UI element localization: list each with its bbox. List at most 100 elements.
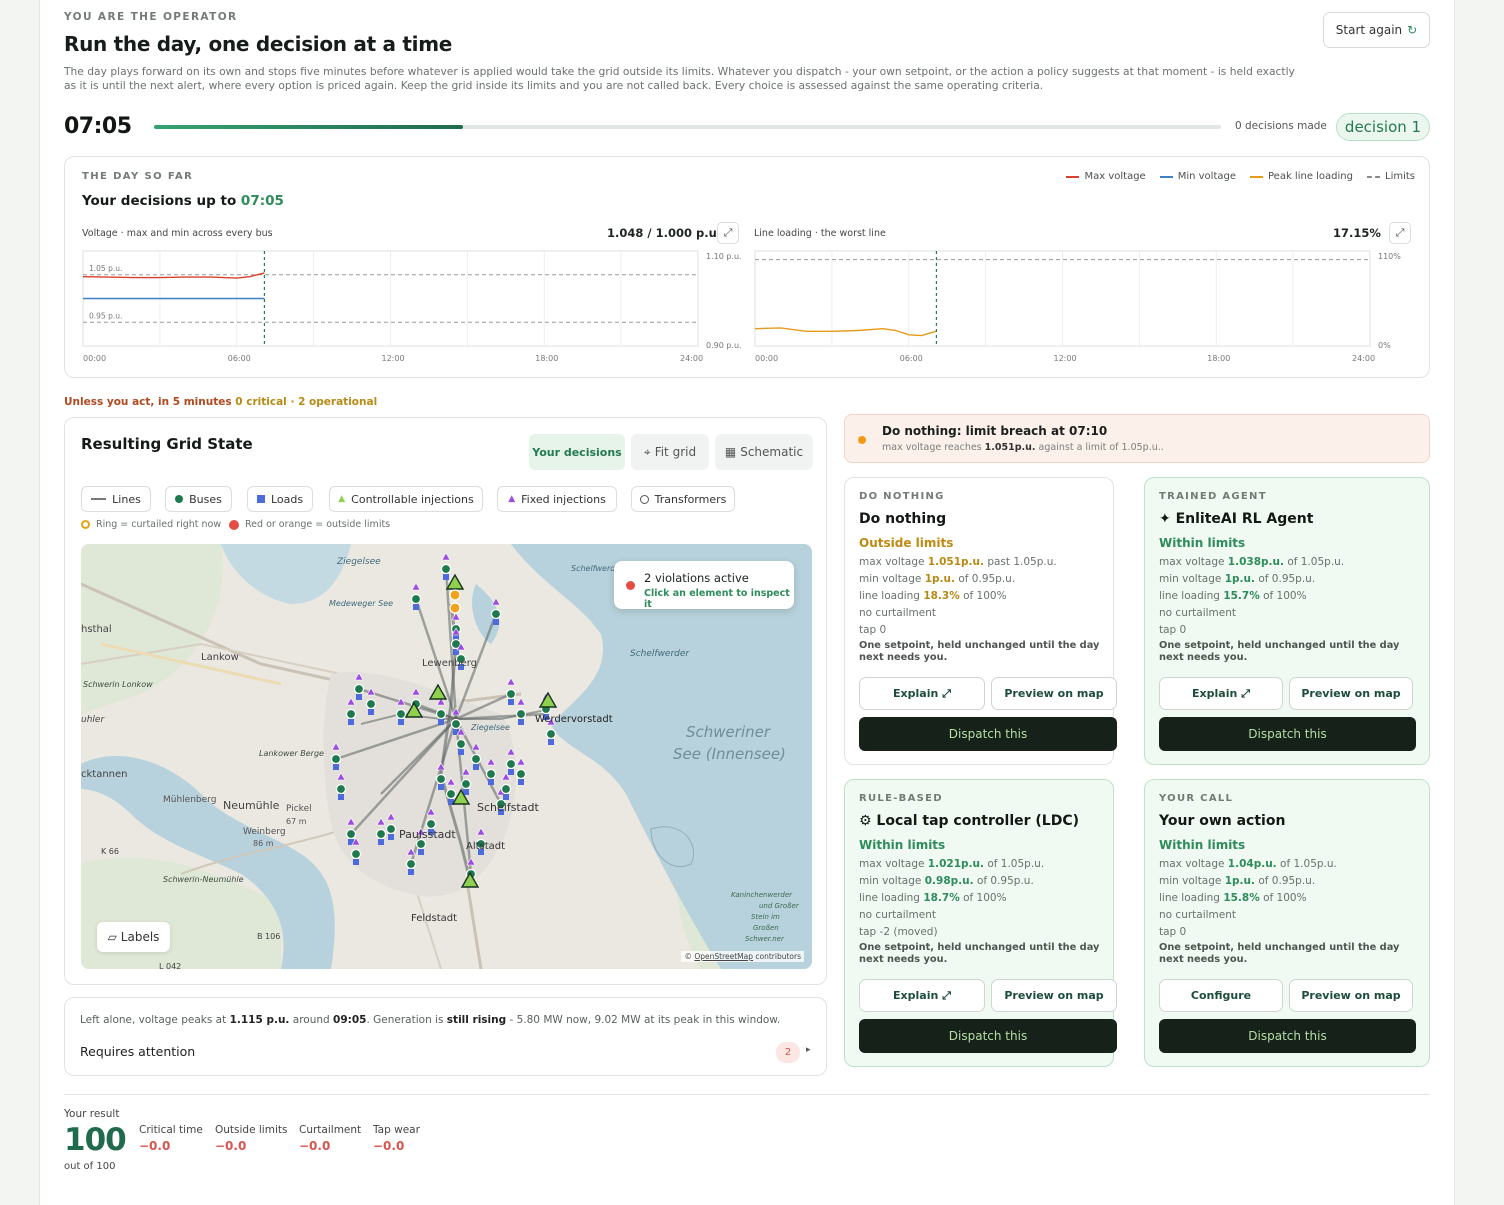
view-schematic[interactable]: ▦ Schematic: [715, 434, 813, 470]
hint-red-label: Red or orange = outside limits: [245, 519, 391, 530]
option-title: Do nothing: [859, 511, 947, 527]
violations-popup[interactable]: 2 violations active Click an element to …: [614, 561, 794, 610]
x-tick-label: 00:00: [83, 354, 106, 363]
chart-legend: Max voltage Min voltage Peak line loadin…: [1066, 171, 1415, 182]
fit-grid-label: Fit grid: [654, 445, 697, 459]
option-note: One setpoint, held unchanged until the d…: [859, 640, 1100, 663]
violation-bus-marker: [449, 602, 461, 614]
place-label: Ziegelsee: [470, 723, 510, 732]
option-eyebrow: RULE-BASED: [859, 793, 943, 804]
option-eyebrow: DO NOTHING: [859, 491, 945, 502]
option-metrics: max voltage 1.04p.u. of 1.05p.u. min volt…: [1159, 856, 1337, 941]
load-marker: [368, 709, 374, 715]
explain-button[interactable]: Explain ⤢: [859, 677, 985, 710]
place-label: Schwer.ner: [745, 935, 785, 943]
x-tick-label: 12:00: [382, 354, 405, 363]
start-again-button[interactable]: Start again ↻: [1323, 12, 1430, 48]
load-marker: [548, 739, 554, 745]
preview-on-map-button[interactable]: Preview on map: [1289, 979, 1413, 1012]
map-attribution: © OpenStreetMap contributors: [681, 951, 804, 962]
breach-sub-a: max voltage reaches: [882, 442, 982, 453]
dispatch-button[interactable]: Dispatch this: [859, 717, 1117, 751]
option-eyebrow: YOUR CALL: [1159, 793, 1234, 804]
start-again-label: Start again: [1335, 23, 1403, 37]
option-note: One setpoint, held unchanged until the d…: [1159, 942, 1400, 965]
filter-lines[interactable]: Lines: [81, 486, 151, 512]
bus-marker: [405, 858, 417, 870]
breach-banner: Do nothing: limit breach at 07:10 max vo…: [844, 414, 1430, 463]
load-marker: [493, 619, 499, 625]
preview-on-map-button[interactable]: Preview on map: [991, 677, 1117, 710]
title-prefix: Your decisions up to: [82, 193, 237, 209]
expand-icon[interactable]: ⤢: [1389, 222, 1411, 244]
filter-controllable[interactable]: ▲ Controllable injections: [329, 486, 483, 512]
place-label: Paulsstadt: [399, 828, 456, 841]
option-line: no curtailment: [859, 909, 937, 921]
x-tick-label: 18:00: [1207, 354, 1230, 363]
option-line: no curtailment: [1159, 909, 1237, 921]
bus-marker: [485, 768, 497, 780]
preview-on-map-button[interactable]: Preview on map: [1289, 677, 1413, 710]
day-progress-track: [154, 125, 1221, 129]
filter-fixed-label: Fixed injections: [521, 492, 606, 506]
dispatch-button[interactable]: Dispatch this: [1159, 1019, 1416, 1053]
alert-dot-icon: [626, 581, 635, 590]
view-fit-grid[interactable]: ⌖ Fit grid: [631, 434, 709, 470]
loading-chart: 110% 0% 00:00 06:00 12:00 18:00 24:00: [754, 250, 1401, 363]
configure-button[interactable]: Configure: [1159, 979, 1283, 1012]
grid-icon: ▦: [724, 445, 737, 459]
filter-fixed[interactable]: ▲ Fixed injections: [497, 486, 617, 512]
divider: [64, 1094, 1430, 1095]
load-marker: [408, 869, 414, 875]
filter-transformers[interactable]: Transformers: [631, 486, 735, 512]
bus-marker: [365, 698, 377, 710]
load-marker: [443, 574, 449, 580]
place-label: hsthal: [81, 624, 112, 635]
requires-attention[interactable]: Requires attention: [80, 1044, 195, 1059]
place-label: Stein im: [751, 913, 780, 921]
option-line: line loading 15.8% of 100%: [1159, 892, 1307, 904]
explain-button[interactable]: Explain ⤢: [1159, 677, 1283, 710]
legend-limits: Limits: [1367, 171, 1415, 182]
option-line: max voltage 1.04p.u. of 1.05p.u.: [1159, 858, 1337, 870]
load-marker: [508, 769, 514, 775]
explain-button[interactable]: Explain ⤢: [859, 979, 985, 1012]
bus-marker: [435, 708, 447, 720]
osm-link[interactable]: OpenStreetMap: [694, 952, 753, 961]
grid-map[interactable]: Ziegelsee Schelfwerder Schelfwerder Lankow S…: [81, 544, 812, 969]
x-tick-label: 18:00: [535, 354, 558, 363]
chevron-right-icon[interactable]: ▸: [806, 1045, 811, 1055]
bus-marker: [353, 683, 365, 695]
bus-marker: [515, 768, 527, 780]
bus-marker: [505, 688, 517, 700]
bus-marker: [395, 708, 407, 720]
title-time: 07:05: [240, 193, 284, 209]
dispatch-button[interactable]: Dispatch this: [859, 1019, 1117, 1053]
load-marker: [438, 719, 444, 725]
loading-chart-label: Line loading · the worst line: [754, 228, 886, 239]
result-out-of: out of 100: [64, 1161, 116, 1172]
alert-critical: 0 critical: [235, 396, 287, 408]
decision-badge: decision 1: [1336, 113, 1430, 141]
labels-button[interactable]: ▱ Labels: [97, 922, 170, 952]
x-tick-label: 00:00: [755, 354, 778, 363]
loading-chart-value: 17.15%: [1333, 226, 1381, 240]
option-line: tap 0: [859, 624, 887, 636]
dispatch-button[interactable]: Dispatch this: [1159, 717, 1416, 751]
grid-state-title: Resulting Grid State: [81, 435, 253, 453]
filter-loads[interactable]: Loads: [247, 486, 313, 512]
bus-marker: [345, 828, 357, 840]
option-line: line loading 18.3% of 100%: [859, 590, 1007, 602]
preview-on-map-button[interactable]: Preview on map: [991, 979, 1117, 1012]
place-label: Kaninchenwerder: [731, 891, 793, 899]
place-label: Schelfstadt: [477, 801, 539, 814]
triangle-icon: ▲: [508, 494, 516, 504]
option-title: ⚙ Local tap controller (LDC): [859, 813, 1080, 829]
load-marker: [518, 779, 524, 785]
bus-marker: [470, 753, 482, 765]
metric-outside: Outside limits −0.0: [215, 1124, 287, 1153]
expand-icon[interactable]: ⤢: [717, 222, 739, 244]
x-tick-label: 24:00: [680, 354, 703, 363]
filter-buses[interactable]: Buses: [165, 486, 232, 512]
view-your-decisions[interactable]: Your decisions: [529, 434, 625, 470]
